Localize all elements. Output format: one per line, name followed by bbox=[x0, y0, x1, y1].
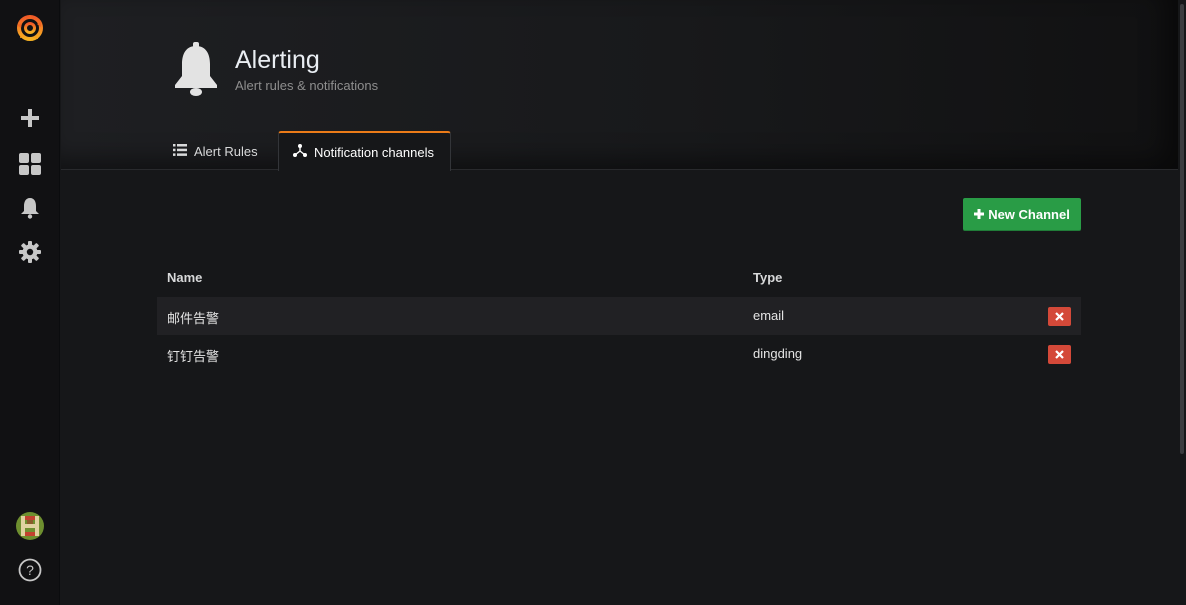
delete-button[interactable] bbox=[1048, 345, 1071, 364]
new-channel-button[interactable]: New Channel bbox=[963, 198, 1081, 231]
grafana-app: ? Alerting Alert rules & notifications A… bbox=[0, 0, 1186, 605]
channel-name[interactable]: 钉钉告警 bbox=[167, 346, 219, 365]
close-icon bbox=[1055, 346, 1064, 364]
tab-label: Notification channels bbox=[314, 144, 434, 160]
grafana-logo-icon[interactable] bbox=[0, 6, 60, 50]
column-header-name: Name bbox=[167, 270, 203, 285]
tab-label: Alert Rules bbox=[194, 143, 258, 159]
help-icon[interactable]: ? bbox=[0, 550, 60, 590]
tab-notification-channels[interactable]: Notification channels bbox=[278, 131, 451, 171]
scrollbar-thumb[interactable] bbox=[1180, 4, 1184, 454]
delete-button[interactable] bbox=[1048, 307, 1071, 326]
dashboards-icon[interactable] bbox=[0, 144, 60, 184]
gear-icon[interactable] bbox=[0, 232, 60, 272]
sidebar: ? bbox=[0, 0, 60, 605]
channel-type: email bbox=[753, 308, 785, 323]
bell-icon[interactable] bbox=[0, 188, 60, 228]
new-channel-label: New Channel bbox=[988, 207, 1070, 222]
channel-type: dingding bbox=[753, 346, 803, 361]
tab-alert-rules[interactable]: Alert Rules bbox=[159, 131, 272, 171]
user-avatar[interactable] bbox=[0, 506, 60, 546]
channels-icon bbox=[293, 144, 307, 160]
list-icon bbox=[173, 143, 187, 159]
page-header: Alerting Alert rules & notifications Ale… bbox=[61, 0, 1178, 171]
page-title: Alerting bbox=[235, 46, 320, 74]
table-row[interactable]: 邮件告警 email bbox=[157, 297, 1081, 335]
channel-name[interactable]: 邮件告警 bbox=[167, 308, 219, 327]
svg-text:?: ? bbox=[26, 562, 34, 578]
table-row[interactable]: 钉钉告警 dingding bbox=[157, 335, 1081, 373]
close-icon bbox=[1055, 308, 1064, 326]
column-header-type: Type bbox=[753, 270, 783, 285]
plus-icon[interactable] bbox=[0, 98, 60, 138]
plus-icon bbox=[974, 207, 985, 222]
header-bell-icon bbox=[173, 42, 219, 98]
page-subtitle: Alert rules & notifications bbox=[235, 78, 379, 93]
